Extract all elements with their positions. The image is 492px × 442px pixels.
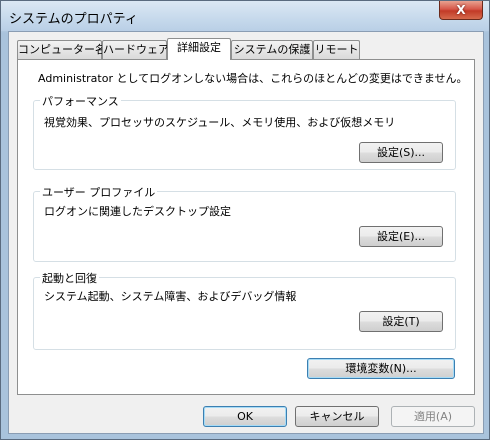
advanced-tab-panel: Administrator としてログオンしない場合は、これらのほとんどの変更は… <box>17 59 475 395</box>
environment-variables-button[interactable]: 環境変数(N)... <box>307 358 455 379</box>
tab-advanced[interactable]: 詳細設定 <box>167 38 231 60</box>
user-profile-settings-button[interactable]: 設定(E)... <box>359 226 443 247</box>
startup-recovery-settings-button[interactable]: 設定(T) <box>359 311 443 332</box>
user-profile-group: ユーザー プロファイル ログオンに関連したデスクトップ設定 設定(E)... <box>33 184 456 262</box>
tab-remote[interactable]: リモート <box>313 40 360 59</box>
user-profile-group-title: ユーザー プロファイル <box>40 184 158 200</box>
performance-group-title: パフォーマンス <box>40 93 121 109</box>
startup-recovery-description: システム起動、システム障害、およびデバッグ情報 <box>44 290 297 303</box>
close-button[interactable]: X <box>439 1 483 20</box>
window-title: システムのプロパティ <box>9 12 138 27</box>
cancel-button[interactable]: キャンセル <box>295 406 379 427</box>
startup-recovery-group: 起動と回復 システム起動、システム障害、およびデバッグ情報 設定(T) <box>33 270 456 350</box>
performance-group: パフォーマンス 視覚効果、プロセッサのスケジュール、メモリ使用、および仮想メモリ… <box>33 93 456 170</box>
title-bar[interactable]: システムのプロパティ X <box>1 1 489 31</box>
admin-notice: Administrator としてログオンしない場合は、これらのほとんどの変更は… <box>38 72 468 85</box>
close-icon: X <box>456 3 466 17</box>
startup-recovery-group-title: 起動と回復 <box>40 270 99 286</box>
tab-system-protection[interactable]: システムの保護 <box>231 40 313 59</box>
dialog-client-area: コンピューター名 ハードウェア 詳細設定 システムの保護 リモート Admini… <box>8 31 484 434</box>
ok-button[interactable]: OK <box>203 406 287 427</box>
apply-button[interactable]: 適用(A) <box>391 406 475 427</box>
system-properties-window: システムのプロパティ X コンピューター名 ハードウェア 詳細設定 システムの保… <box>0 0 490 440</box>
tab-hardware[interactable]: ハードウェア <box>102 40 169 59</box>
tab-computer-name[interactable]: コンピューター名 <box>17 40 106 59</box>
performance-settings-button[interactable]: 設定(S)... <box>359 142 443 163</box>
user-profile-description: ログオンに関連したデスクトップ設定 <box>44 205 231 218</box>
performance-description: 視覚効果、プロセッサのスケジュール、メモリ使用、および仮想メモリ <box>44 116 396 129</box>
